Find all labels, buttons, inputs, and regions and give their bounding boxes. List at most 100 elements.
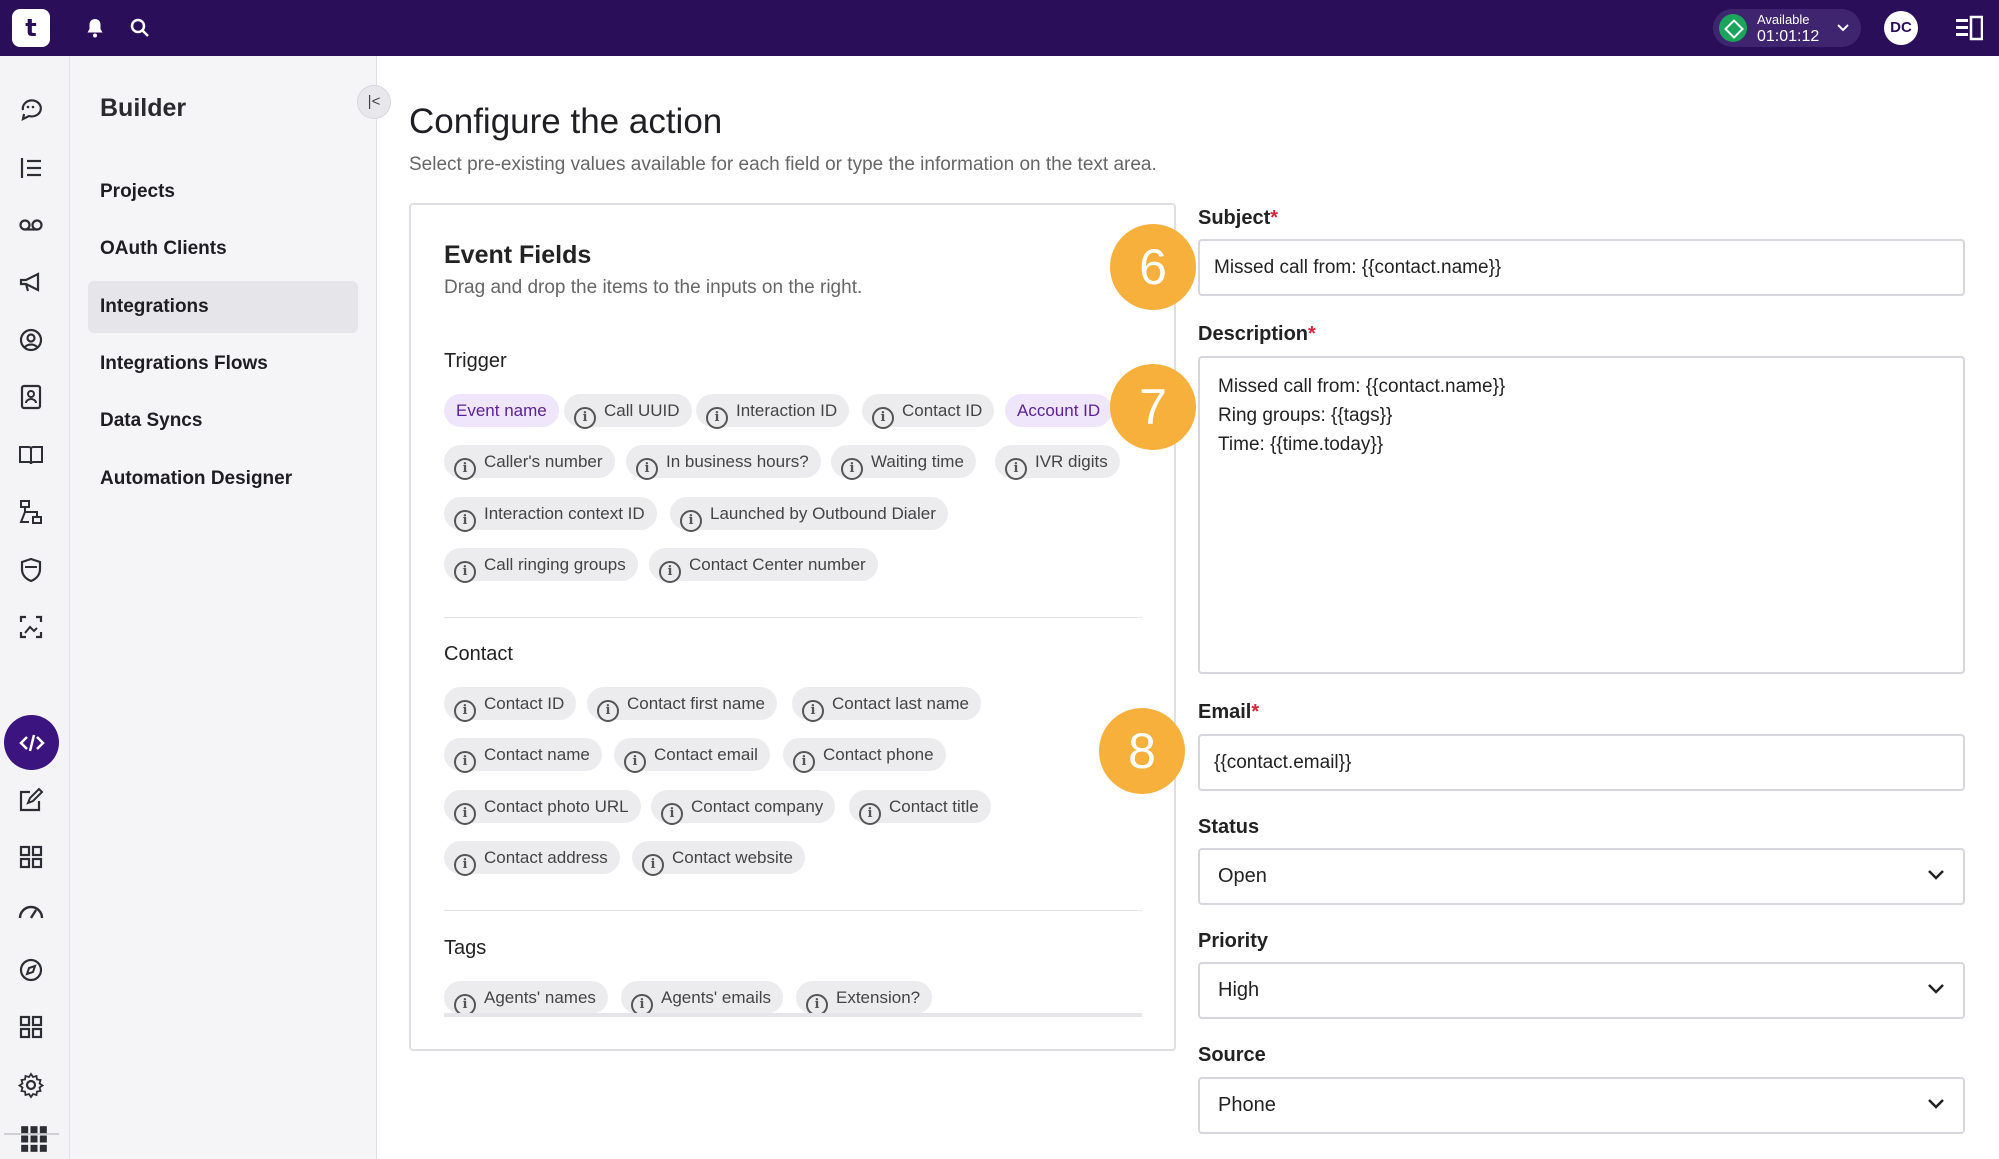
agent-icon[interactable] bbox=[17, 326, 45, 354]
field-chip[interactable]: i Interaction context ID bbox=[444, 497, 657, 532]
info-icon: i bbox=[597, 700, 619, 722]
field-chip[interactable]: i Call ringing groups bbox=[444, 548, 638, 583]
priority-select[interactable]: High bbox=[1198, 962, 1965, 1019]
sidebar-item-oauth-clients[interactable]: OAuth Clients bbox=[88, 223, 358, 275]
chip-label: Contact ID bbox=[484, 694, 565, 713]
info-icon: i bbox=[454, 803, 476, 825]
info-icon: i bbox=[454, 510, 476, 532]
field-chip[interactable]: i Contact address bbox=[444, 841, 620, 876]
chip-label: Contact title bbox=[889, 797, 979, 816]
field-chip[interactable]: i IVR digits bbox=[995, 445, 1120, 480]
collapse-sidebar-button[interactable]: |< bbox=[357, 85, 391, 119]
chip-label: IVR digits bbox=[1035, 452, 1108, 471]
field-chip[interactable]: i Agents' emails bbox=[621, 981, 784, 1016]
trigger-section-label: Trigger bbox=[444, 350, 507, 372]
info-icon: i bbox=[636, 458, 658, 480]
field-chip[interactable]: i Interaction ID bbox=[696, 394, 850, 429]
contacts-icon[interactable] bbox=[17, 383, 45, 411]
code-icon[interactable] bbox=[18, 729, 46, 757]
edit-icon[interactable] bbox=[17, 786, 45, 814]
chip-label: Contact phone bbox=[823, 745, 934, 764]
search-icon[interactable] bbox=[128, 16, 152, 40]
source-select[interactable]: Phone bbox=[1198, 1077, 1965, 1134]
field-chip[interactable]: i Contact company bbox=[651, 790, 836, 825]
chat-bubbles-icon[interactable] bbox=[17, 96, 45, 124]
field-chip[interactable]: i Contact Center number bbox=[649, 548, 878, 583]
chip-label: Caller's number bbox=[484, 452, 603, 471]
info-icon: i bbox=[574, 407, 596, 429]
status-select-value: Open bbox=[1218, 865, 1267, 887]
field-chip[interactable]: i Contact ID bbox=[862, 394, 995, 429]
field-chip[interactable]: i Launched by Outbound Dialer bbox=[670, 497, 948, 532]
field-chip[interactable]: i Extension? bbox=[796, 981, 933, 1016]
field-chip[interactable]: i Call UUID bbox=[564, 394, 692, 429]
field-chip[interactable]: i Contact email bbox=[614, 738, 770, 773]
availability-status[interactable]: Available 01:01:12 bbox=[1713, 9, 1861, 47]
field-chip[interactable]: i Contact name bbox=[444, 738, 602, 773]
megaphone-icon[interactable] bbox=[17, 268, 45, 296]
left-rail bbox=[0, 56, 70, 1159]
status-select[interactable]: Open bbox=[1198, 848, 1965, 905]
collapse-icon: |< bbox=[367, 93, 381, 110]
field-chip[interactable]: i Contact last name bbox=[792, 687, 982, 722]
sidebar-title: Builder bbox=[100, 94, 187, 122]
chevron-down-icon bbox=[1928, 1099, 1944, 1109]
email-field[interactable]: {{contact.email}} bbox=[1198, 734, 1965, 791]
screen-capture-icon[interactable] bbox=[17, 613, 45, 641]
sidebar-item-automation-designer[interactable]: Automation Designer bbox=[88, 453, 358, 505]
compass-icon[interactable] bbox=[17, 956, 45, 984]
field-chip[interactable]: Account ID bbox=[1005, 394, 1113, 427]
field-chip[interactable]: i Contact first name bbox=[587, 687, 777, 722]
gauge-icon[interactable] bbox=[17, 898, 45, 926]
app-logo[interactable]: t bbox=[12, 9, 50, 47]
field-chip[interactable]: i Waiting time bbox=[831, 445, 976, 480]
step-badge: 6 bbox=[1110, 224, 1196, 310]
status-indicator-icon bbox=[1719, 14, 1747, 42]
status-label: Available bbox=[1757, 12, 1810, 27]
info-icon: i bbox=[454, 458, 476, 480]
sidebar-item-integrations[interactable]: Integrations bbox=[88, 281, 358, 333]
field-chip[interactable]: i Contact phone bbox=[783, 738, 946, 773]
sidebar-item-projects[interactable]: Projects bbox=[88, 166, 358, 218]
field-chip[interactable]: i Contact title bbox=[849, 790, 991, 825]
chip-label: Agents' names bbox=[484, 988, 596, 1007]
section-divider bbox=[444, 910, 1142, 911]
source-select-value: Phone bbox=[1218, 1094, 1276, 1116]
info-icon: i bbox=[680, 510, 702, 532]
field-chip[interactable]: i Caller's number bbox=[444, 445, 615, 480]
page-subtitle: Select pre-existing values available for… bbox=[409, 154, 1157, 175]
workflow-icon[interactable] bbox=[17, 498, 45, 526]
knowledge-book-icon[interactable] bbox=[17, 441, 45, 469]
apps-icon[interactable] bbox=[17, 1013, 45, 1041]
description-label: Description* bbox=[1198, 323, 1316, 345]
sidebar-item-data-syncs[interactable]: Data Syncs bbox=[88, 395, 358, 447]
tags-section-label: Tags bbox=[444, 937, 487, 959]
chip-label: Account ID bbox=[1017, 401, 1101, 420]
chip-label: Contact photo URL bbox=[484, 797, 629, 816]
gear-icon[interactable] bbox=[17, 1071, 45, 1099]
grid-icon[interactable] bbox=[17, 843, 45, 871]
sidebar-item-integrations-flows[interactable]: Integrations Flows bbox=[88, 338, 358, 390]
field-chip[interactable]: Event name bbox=[444, 394, 559, 427]
bell-icon[interactable] bbox=[83, 16, 107, 40]
field-chip[interactable]: i Agents' names bbox=[444, 981, 608, 1016]
source-label: Source bbox=[1198, 1044, 1266, 1066]
info-icon: i bbox=[624, 751, 646, 773]
description-field[interactable]: Missed call from: {{contact.name}} Ring … bbox=[1198, 356, 1965, 674]
field-chip[interactable]: i Contact photo URL bbox=[444, 790, 641, 825]
shield-icon[interactable] bbox=[17, 556, 45, 584]
panel-toggle-icon[interactable] bbox=[1955, 15, 1983, 41]
field-chip[interactable]: i Contact ID bbox=[444, 687, 577, 722]
voicemail-icon[interactable] bbox=[17, 211, 45, 239]
app-launcher-icon[interactable] bbox=[20, 1125, 48, 1153]
chip-label: Contact address bbox=[484, 848, 608, 867]
list-icon[interactable] bbox=[17, 154, 45, 182]
avatar[interactable]: DC bbox=[1884, 11, 1918, 45]
subject-label: Subject* bbox=[1198, 207, 1279, 229]
subject-field[interactable]: Missed call from: {{contact.name}} bbox=[1198, 239, 1965, 296]
field-chip[interactable]: i In business hours? bbox=[626, 445, 821, 480]
event-fields-subtitle: Drag and drop the items to the inputs on… bbox=[444, 277, 863, 298]
chip-label: Contact email bbox=[654, 745, 758, 764]
info-icon: i bbox=[872, 407, 894, 429]
field-chip[interactable]: i Contact website bbox=[632, 841, 805, 876]
